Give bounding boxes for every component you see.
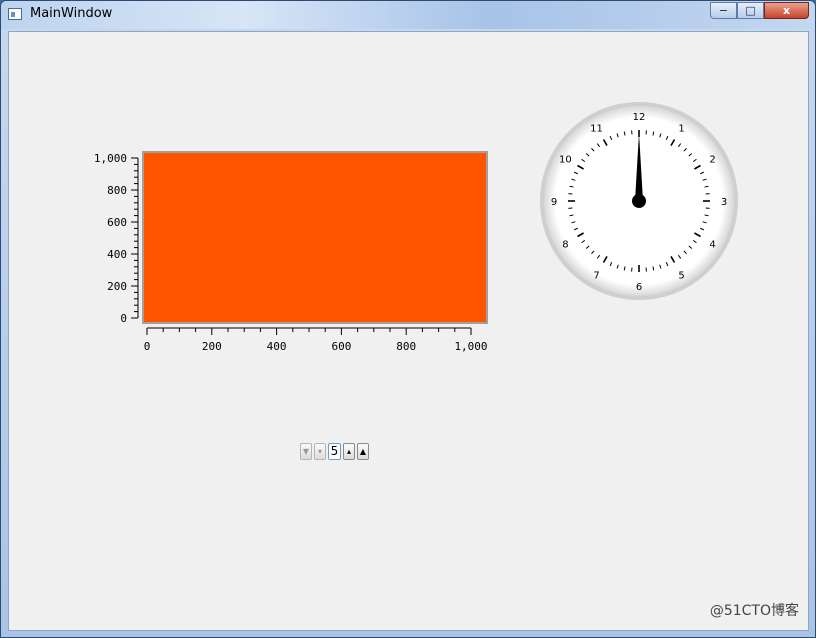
spin-down-button[interactable]: ▾	[314, 443, 326, 460]
clock-hub	[632, 194, 646, 208]
clock-numeral: 6	[636, 282, 642, 293]
window-controls: − □ x	[710, 2, 809, 19]
clock-numeral: 4	[709, 240, 715, 251]
spin-up-button[interactable]: ▴	[343, 443, 355, 460]
clock-numeral: 2	[709, 155, 715, 166]
clock-numeral: 9	[551, 197, 557, 208]
spin-value-field[interactable]: 5	[328, 443, 341, 460]
clock-numeral: 12	[633, 112, 646, 123]
watermark: @51CTO博客	[709, 603, 799, 619]
window-title: MainWindow	[30, 6, 113, 21]
client-area: 0 200 400 600 800 1,000 0 200 400 600 800 1,000 12 1…	[8, 31, 809, 631]
clock-numeral: 7	[593, 271, 599, 282]
maximize-button[interactable]: □	[737, 2, 764, 19]
title-bar[interactable]: MainWindow − □ x	[1, 1, 815, 29]
spin-up-double-button[interactable]: ▲	[357, 443, 369, 460]
clock-numeral: 11	[590, 123, 603, 134]
clock-numeral: 8	[562, 240, 568, 251]
x-tick-label: 400	[267, 340, 287, 353]
clock-numeral: 3	[721, 197, 727, 208]
x-tick-label: 200	[202, 340, 222, 353]
x-tick-label: 800	[396, 340, 416, 353]
close-button[interactable]: x	[764, 2, 809, 19]
x-tick-label: 1,000	[454, 340, 487, 353]
spin-down-double-button[interactable]: ▼	[300, 443, 312, 460]
clock-numeral: 5	[678, 271, 684, 282]
analog-clock: 121234567891011	[540, 102, 738, 300]
clock-numeral: 1	[678, 123, 684, 134]
x-tick-label: 0	[144, 340, 151, 353]
clock-numeral: 10	[559, 155, 572, 166]
minimize-button[interactable]: −	[710, 2, 737, 19]
app-icon	[8, 8, 22, 20]
main-window: MainWindow − □ x 0 200 400 600 800 1,000 0 200 4…	[0, 0, 816, 638]
x-tick-label: 600	[331, 340, 351, 353]
